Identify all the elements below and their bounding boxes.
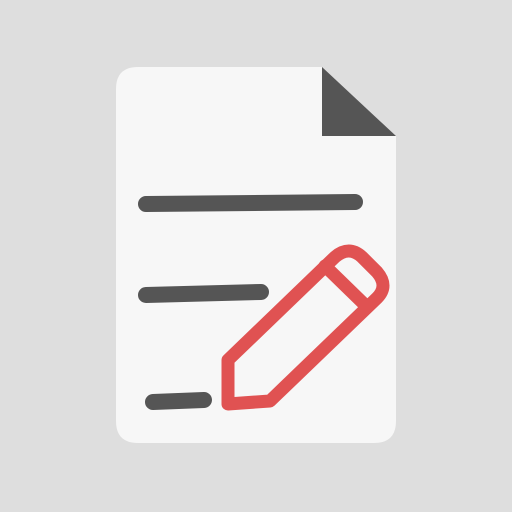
text-line-2	[138, 284, 269, 303]
icon-canvas	[0, 0, 512, 512]
text-line-1	[138, 194, 363, 212]
folded-corner-icon	[322, 67, 396, 136]
edit-document-icon	[116, 67, 396, 443]
text-line-3	[145, 392, 212, 410]
